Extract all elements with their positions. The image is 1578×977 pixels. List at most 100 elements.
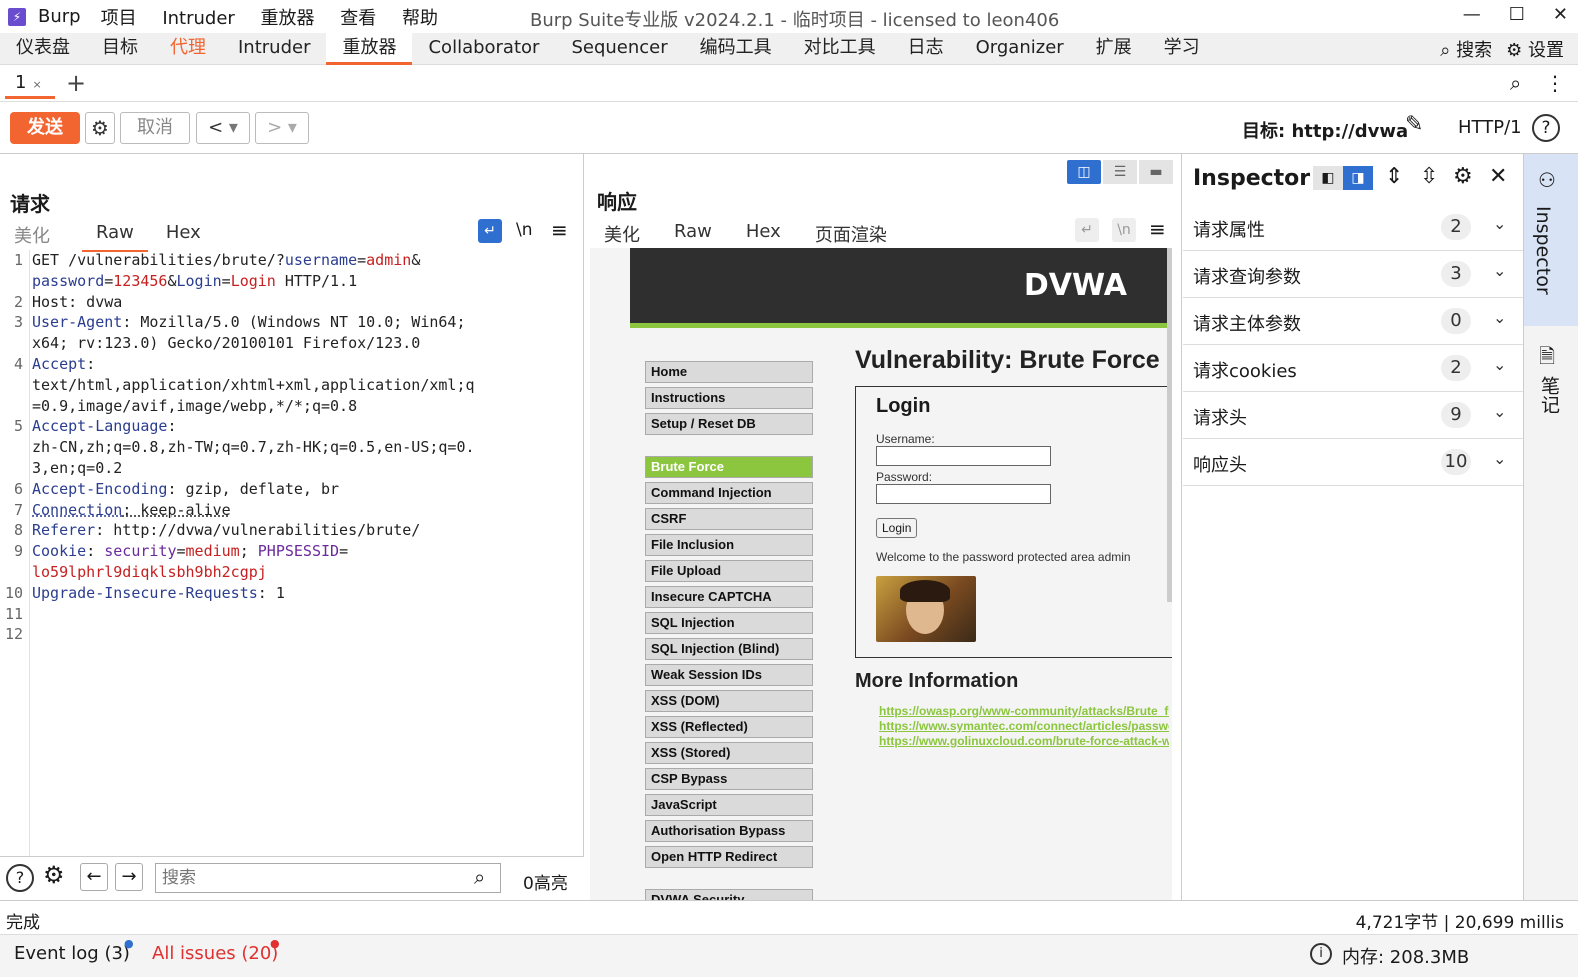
send-settings-icon[interactable]: ⚙ [85, 112, 115, 144]
tab-repeater[interactable]: 重放器 [326, 32, 413, 65]
menu-intruder[interactable]: Intruder [162, 8, 234, 29]
info-link[interactable]: https://owasp.org/www-community/attacks/… [879, 704, 1169, 719]
tab-search-icon[interactable]: ⌕ [1510, 71, 1521, 95]
tab-collaborator[interactable]: Collaborator [412, 33, 555, 65]
send-button[interactable]: 发送 [10, 112, 80, 144]
dvwa-menu-item[interactable]: DVWA Security [645, 889, 813, 900]
inspector-row[interactable]: 响应头 10 ⌄ [1183, 439, 1523, 486]
dvwa-menu-item[interactable]: Command Injection [645, 482, 813, 504]
previous-match-icon[interactable]: ← [80, 863, 108, 891]
menu-repeater[interactable]: 重放器 [261, 8, 315, 29]
more-options-icon[interactable]: ⋮ [1545, 71, 1565, 95]
dvwa-menu-item[interactable]: SQL Injection (Blind) [645, 638, 813, 660]
menu-icon[interactable]: ≡ [1149, 217, 1166, 241]
app-menu-burp[interactable]: Burp [38, 6, 81, 27]
tab-logger[interactable]: 日志 [892, 33, 960, 65]
maximize-icon[interactable]: ☐ [1509, 4, 1525, 25]
gear-icon[interactable]: ⚙ [43, 861, 65, 889]
dvwa-menu-item[interactable]: Insecure CAPTCHA [645, 586, 813, 608]
http-version[interactable]: HTTP/1 [1458, 117, 1522, 138]
dvwa-menu-item[interactable]: File Upload [645, 560, 813, 582]
edit-target-icon[interactable]: ✎ [1405, 112, 1423, 137]
tab-raw[interactable]: Raw [82, 222, 148, 252]
menu-help[interactable]: 帮助 [402, 8, 438, 29]
gear-icon[interactable]: ⚙ [1453, 164, 1473, 189]
collapse-all-icon[interactable]: ⇳ [1420, 164, 1438, 189]
password-field[interactable] [876, 484, 1051, 504]
dvwa-menu-item[interactable]: JavaScript [645, 794, 813, 816]
dvwa-menu-item[interactable]: SQL Injection [645, 612, 813, 634]
split-vertical-icon[interactable]: ☰ [1103, 160, 1137, 184]
add-tab-button[interactable]: + [66, 69, 86, 97]
all-issues-button[interactable]: All issues (20) [152, 943, 278, 964]
wrap-lines-icon[interactable]: ↵ [1075, 218, 1099, 242]
event-log-button[interactable]: Event log (3) [14, 943, 130, 964]
close-icon[interactable]: ✕ [1489, 164, 1507, 189]
expand-all-icon[interactable]: ⇕ [1385, 164, 1403, 189]
dvwa-menu-item[interactable]: CSRF [645, 508, 813, 530]
help-icon[interactable]: ? [1532, 114, 1560, 142]
back-button[interactable]: < ▾ [196, 112, 250, 144]
dvwa-menu-item[interactable]: File Inclusion [645, 534, 813, 556]
dvwa-menu-item[interactable]: XSS (Reflected) [645, 716, 813, 738]
tab-comparer[interactable]: 对比工具 [788, 33, 892, 65]
layout-left-icon[interactable]: ◧ [1313, 166, 1343, 190]
tab-learn[interactable]: 学习 [1148, 33, 1216, 65]
repeater-tab-1[interactable]: 1 × [5, 69, 55, 99]
minimize-icon[interactable]: — [1463, 4, 1481, 25]
dvwa-menu-item[interactable]: Weak Session IDs [645, 664, 813, 686]
tab-sequencer[interactable]: Sequencer [555, 33, 683, 65]
dvwa-menu-item[interactable]: CSP Bypass [645, 768, 813, 790]
inspector-row[interactable]: 请求cookies 2 ⌄ [1183, 345, 1523, 392]
info-link[interactable]: https://www.symantec.com/connect/article… [879, 719, 1169, 734]
global-search-button[interactable]: ⌕ 搜索 [1440, 36, 1492, 62]
request-editor[interactable]: 1 2 3 4 5 6 7 8 9 10 11 12 GET /vulnerabilitie… [0, 250, 584, 856]
inspector-row[interactable]: 请求属性 2 ⌄ [1183, 204, 1523, 251]
tab-pretty[interactable]: 美化 [0, 222, 64, 252]
close-icon[interactable]: ✕ [1553, 4, 1568, 25]
dvwa-menu-item[interactable]: Instructions [645, 387, 813, 409]
help-icon[interactable]: ? [6, 864, 34, 892]
dvwa-menu-item-active[interactable]: Brute Force [645, 456, 813, 478]
dvwa-menu-item[interactable]: Open HTTP Redirect [645, 846, 813, 868]
info-link[interactable]: https://www.golinuxcloud.com/brute-force… [879, 734, 1169, 749]
dvwa-menu-item[interactable]: XSS (Stored) [645, 742, 813, 764]
tab-organizer[interactable]: Organizer [960, 33, 1080, 65]
newline-toggle[interactable]: \n [1112, 218, 1136, 242]
request-text[interactable]: GET /vulnerabilities/brute/?username=adm… [32, 250, 582, 645]
tab-hex[interactable]: Hex [152, 222, 215, 252]
inspector-row[interactable]: 请求头 9 ⌄ [1183, 392, 1523, 439]
info-icon[interactable]: i [1310, 943, 1332, 965]
username-field[interactable] [876, 446, 1051, 466]
sidebar-tab-notes[interactable]: 🗎 笔记 [1524, 336, 1578, 426]
tab-proxy[interactable]: 代理 [154, 33, 222, 65]
dvwa-menu-item[interactable]: Home [645, 361, 813, 383]
wrap-lines-icon[interactable]: ↵ [478, 219, 502, 243]
dvwa-menu-item[interactable]: Authorisation Bypass [645, 820, 813, 842]
sidebar-tab-inspector[interactable]: ⚇ Inspector [1524, 154, 1578, 326]
newline-toggle[interactable]: \n [516, 220, 533, 240]
tab-extensions[interactable]: 扩展 [1080, 33, 1148, 65]
login-button[interactable]: Login [876, 518, 918, 538]
tab-close-icon[interactable]: × [32, 78, 41, 91]
tab-intruder[interactable]: Intruder [222, 33, 326, 65]
single-view-icon[interactable]: ▬ [1139, 160, 1173, 184]
tab-decoder[interactable]: 编码工具 [684, 33, 788, 65]
dvwa-menu-item[interactable]: Setup / Reset DB [645, 413, 813, 435]
menu-project[interactable]: 项目 [101, 8, 137, 29]
search-input[interactable] [155, 863, 501, 893]
inspector-row[interactable]: 请求查询参数 3 ⌄ [1183, 251, 1523, 298]
settings-button[interactable]: ⚙ 设置 [1506, 36, 1564, 62]
dvwa-menu-item[interactable]: XSS (DOM) [645, 690, 813, 712]
split-horizontal-icon[interactable]: ◫ [1067, 160, 1101, 184]
tab-target[interactable]: 目标 [86, 33, 154, 65]
inspector-row[interactable]: 请求主体参数 0 ⌄ [1183, 298, 1523, 345]
cancel-button[interactable]: 取消 [120, 112, 190, 144]
tab-dashboard[interactable]: 仪表盘 [0, 33, 86, 65]
menu-view[interactable]: 查看 [340, 8, 376, 29]
forward-button[interactable]: > ▾ [255, 112, 309, 144]
menu-icon[interactable]: ≡ [551, 218, 568, 242]
rendered-page[interactable]: DVWA Home Instructions Setup / Reset DB … [590, 248, 1172, 900]
render-scrollbar[interactable] [1167, 248, 1172, 602]
layout-right-icon[interactable]: ◨ [1343, 166, 1373, 190]
